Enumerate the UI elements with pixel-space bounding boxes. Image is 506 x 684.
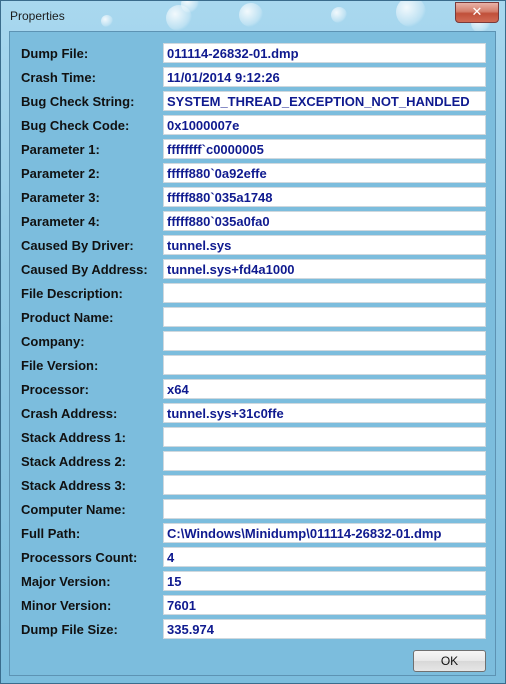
property-value-field[interactable]	[163, 307, 486, 327]
property-label: Bug Check String:	[21, 94, 135, 109]
property-row: Processor: x64	[21, 379, 486, 399]
property-value-field[interactable]: 011114-26832-01.dmp	[163, 43, 486, 63]
property-label: Crash Time:	[21, 70, 96, 85]
property-label: Dump File:	[21, 46, 89, 61]
property-value-field[interactable]: tunnel.sys+31c0ffe	[163, 403, 486, 423]
property-row: Stack Address 3:	[21, 475, 486, 495]
property-label: Company:	[21, 334, 85, 349]
property-value-field[interactable]: 335.974	[163, 619, 486, 639]
close-button[interactable]: ✕	[455, 2, 499, 23]
property-value-field[interactable]: fffff880`0a92effe	[163, 163, 486, 183]
property-row: Parameter 2: fffff880`0a92effe	[21, 163, 486, 183]
property-label: Processors Count:	[21, 550, 138, 565]
property-label: Parameter 1:	[21, 142, 100, 157]
property-row: Stack Address 2:	[21, 451, 486, 471]
property-row: Major Version: 15	[21, 571, 486, 591]
property-row: Stack Address 1:	[21, 427, 486, 447]
property-row: Product Name:	[21, 307, 486, 327]
property-label: Stack Address 2:	[21, 454, 127, 469]
property-label: Caused By Driver:	[21, 238, 134, 253]
property-label: Bug Check Code:	[21, 118, 130, 133]
property-value-field[interactable]	[163, 283, 486, 303]
property-label: Parameter 3:	[21, 190, 100, 205]
ok-button[interactable]: OK	[413, 650, 486, 672]
property-value-field[interactable]: SYSTEM_THREAD_EXCEPTION_NOT_HANDLED	[163, 91, 486, 111]
property-value-field[interactable]: 4	[163, 547, 486, 567]
property-label: Full Path:	[21, 526, 81, 541]
property-label: File Description:	[21, 286, 123, 301]
property-row: Caused By Address: tunnel.sys+fd4a1000	[21, 259, 486, 279]
title-bar[interactable]: Properties ✕	[1, 1, 505, 33]
property-value-field[interactable]	[163, 475, 486, 495]
property-row: Processors Count: 4	[21, 547, 486, 567]
property-row: Computer Name:	[21, 499, 486, 519]
property-row: Crash Time: 11/01/2014 9:12:26	[21, 67, 486, 87]
property-label: File Version:	[21, 358, 99, 373]
property-value-field[interactable]: 15	[163, 571, 486, 591]
property-label: Major Version:	[21, 574, 111, 589]
property-label: Parameter 2:	[21, 166, 100, 181]
property-row: Minor Version: 7601	[21, 595, 486, 615]
property-label: Stack Address 1:	[21, 430, 127, 445]
property-value-field[interactable]: fffff880`035a1748	[163, 187, 486, 207]
property-row: Dump File Size: 335.974	[21, 619, 486, 639]
property-label: Crash Address:	[21, 406, 118, 421]
property-label: Computer Name:	[21, 502, 126, 517]
property-value-field[interactable]: 11/01/2014 9:12:26	[163, 67, 486, 87]
property-label: Caused By Address:	[21, 262, 148, 277]
property-label: Minor Version:	[21, 598, 112, 613]
property-row: Company:	[21, 331, 486, 351]
property-row: Parameter 1: ffffffff`c0000005	[21, 139, 486, 159]
property-row: Bug Check String: SYSTEM_THREAD_EXCEPTION…	[21, 91, 486, 111]
property-label: Stack Address 3:	[21, 478, 127, 493]
property-row: Parameter 4: fffff880`035a0fa0	[21, 211, 486, 231]
property-label: Dump File Size:	[21, 622, 118, 637]
property-row: Caused By Driver: tunnel.sys	[21, 235, 486, 255]
property-row: File Description:	[21, 283, 486, 303]
property-value-field[interactable]: 0x1000007e	[163, 115, 486, 135]
properties-window: Properties ✕ Dump File: 011114-26832-01.d…	[0, 0, 506, 684]
property-value-field[interactable]	[163, 499, 486, 519]
property-value-field[interactable]: ffffffff`c0000005	[163, 139, 486, 159]
property-row: Dump File: 011114-26832-01.dmp	[21, 43, 486, 63]
property-row: Parameter 3: fffff880`035a1748	[21, 187, 486, 207]
close-icon: ✕	[471, 5, 483, 20]
property-value-field[interactable]: 7601	[163, 595, 486, 615]
property-row: Full Path: C:\Windows\Minidump\011114-268…	[21, 523, 486, 543]
property-value-field[interactable]	[163, 427, 486, 447]
property-value-field[interactable]: tunnel.sys+fd4a1000	[163, 259, 486, 279]
property-value-field[interactable]	[163, 451, 486, 471]
property-label: Processor:	[21, 382, 89, 397]
window-title: Properties	[10, 9, 65, 23]
property-value-field[interactable]	[163, 331, 486, 351]
property-row: Crash Address: tunnel.sys+31c0ffe	[21, 403, 486, 423]
property-value-field[interactable]: C:\Windows\Minidump\011114-26832-01.dmp	[163, 523, 486, 543]
property-row: File Version:	[21, 355, 486, 375]
properties-panel: Dump File: 011114-26832-01.dmp Crash Time:…	[9, 31, 496, 676]
property-value-field[interactable]	[163, 355, 486, 375]
property-value-field[interactable]: fffff880`035a0fa0	[163, 211, 486, 231]
property-value-field[interactable]: x64	[163, 379, 486, 399]
property-label: Parameter 4:	[21, 214, 100, 229]
property-value-field[interactable]: tunnel.sys	[163, 235, 486, 255]
property-label: Product Name:	[21, 310, 114, 325]
property-row: Bug Check Code: 0x1000007e	[21, 115, 486, 135]
